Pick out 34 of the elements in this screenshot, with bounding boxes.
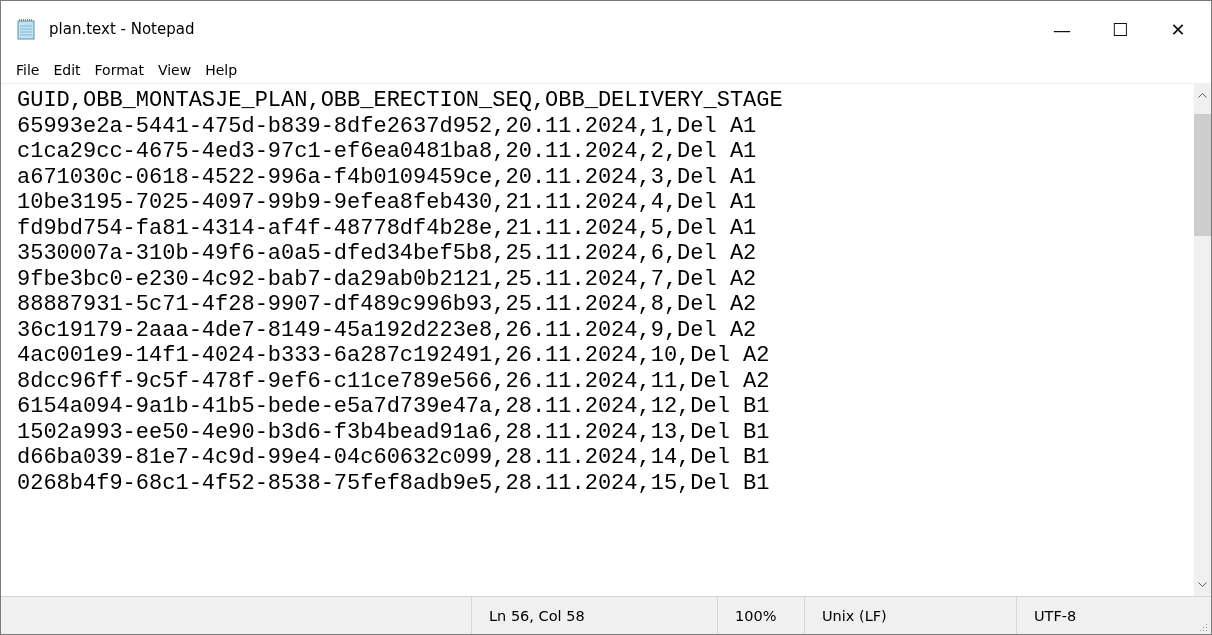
text-line: 8dcc96ff-9c5f-478f-9ef6-c11ce789e566,26.11.2024,11,Del A2 [17,368,770,394]
menu-item[interactable]: Format [87,59,151,81]
resize-grip-icon[interactable] [1200,623,1208,631]
text-line: fd9bd754-fa81-4314-af4f-48778df4b28e,21.11.2024,5,Del A1 [17,215,757,241]
text-line: 36c19179-2aaa-4de7-8149-45a192d223e8,26.11.2024,9,Del A2 [17,317,757,343]
text-line: 9fbe3bc0-e230-4c92-bab7-da29ab0b2121,25.11.2024,7,Del A2 [17,266,757,292]
menu-item[interactable]: Help [198,59,245,81]
window-title: plan.text - Notepad [49,20,196,38]
text-line: 88887931-5c71-4f28-9907-df489c996b93,25.11.2024,8,Del A2 [17,292,757,318]
cursor-position: Ln 56, Col 58 [489,607,585,624]
text-line: 4ac001e9-14f1-4024-b333-6a287c192491,26.11.2024,10,Del A2 [17,343,770,369]
notepad-icon [17,18,37,40]
text-line: 0268b4f9-68c1-4f52-8538-75fef8adb9e5,28.11.2024,15,Del B1 [17,470,770,496]
scrollbar-thumb[interactable] [1194,114,1211,236]
text-line: c1ca29cc-4675-4ed3-97c1-ef6ea0481ba8,20.11.2024,2,Del A1 [17,139,757,165]
line-endings: Unix (LF) [822,607,887,624]
maximize-button[interactable]: ☐ [1091,6,1149,52]
text-line: 6154a094-9a1b-41b5-bede-e5a7d739e47a,28.11.2024,12,Del B1 [17,394,770,420]
text-line: 3530007a-310b-49f6-a0a5-dfed34bef5b8,25.11.2024,6,Del A2 [17,241,757,267]
menu-item[interactable]: Edit [46,59,88,81]
minimize-button[interactable]: — [1033,6,1091,52]
zoom-level: 100% [735,607,777,624]
text-line: 65993e2a-5441-475d-b839-8dfe2637d952,20.11.2024,1,Del A1 [17,113,757,139]
menu-item[interactable]: View [150,59,199,81]
encoding: UTF-8 [1034,607,1077,624]
text-line: 1502a993-ee50-4e90-b3d6-f3b4bead91a6,28.11.2024,13,Del B1 [17,419,770,445]
scroll-down-icon[interactable] [1198,582,1207,588]
text-line: d66ba039-81e7-4c9d-99e4-04c60632c099,28.11.2024,14,Del B1 [17,445,770,471]
text-line: a671030c-0618-4522-996a-f4b0109459ce,20.11.2024,3,Del A1 [17,164,757,190]
close-button[interactable]: ✕ [1149,6,1207,52]
text-line: GUID,OBB_MONTASJE_PLAN,OBB_ERECTION_SEQ,OBB_DELIVERY_STAGE [17,88,783,114]
scroll-up-icon[interactable] [1198,92,1207,98]
menu-item[interactable]: File [9,59,47,81]
text-line: 10be3195-7025-4097-99b9-9efea8feb430,21.11.2024,4,Del A1 [17,190,757,216]
